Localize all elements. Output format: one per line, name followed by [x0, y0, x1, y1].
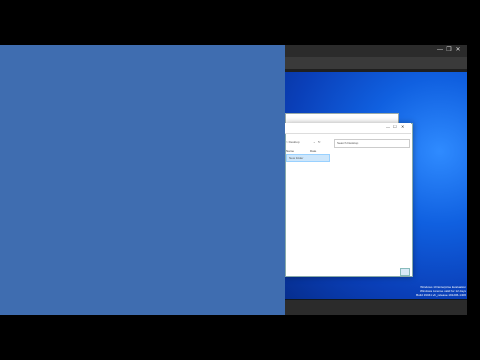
overlay-panel	[0, 45, 285, 315]
activation-watermark: Windows 10 Enterprise Evaluation Windows…	[400, 285, 466, 297]
refresh-icon[interactable]: ↻	[318, 140, 321, 144]
explorer-maximize-icon[interactable]: ☐	[393, 124, 397, 129]
letterbox-top	[0, 0, 480, 45]
minimize-button[interactable]: —	[437, 47, 443, 53]
letterbox-bottom	[0, 315, 480, 360]
list-item-label: New folder	[289, 156, 304, 160]
explorer-close-icon[interactable]: ✕	[401, 124, 404, 129]
address-text[interactable]: > Desktop	[286, 140, 300, 144]
host-toolbar	[285, 57, 467, 69]
watermark-line-3: Build 19041.vb_release.191206-1406	[416, 293, 466, 297]
explorer-minimize-icon[interactable]: —	[386, 124, 390, 129]
explorer-titlebar[interactable]: — ☐ ✕	[285, 123, 411, 134]
host-titlebar: — ❐ ✕	[285, 45, 467, 57]
view-toggle-icon[interactable]	[400, 268, 410, 276]
column-header-date[interactable]: Date	[310, 149, 316, 153]
address-dropdown-icon[interactable]: ⌄	[313, 140, 316, 144]
search-input[interactable]: Search Desktop	[334, 139, 410, 148]
list-item-selected[interactable]: New folder	[286, 154, 330, 162]
column-header-name[interactable]: Name	[286, 149, 294, 153]
close-button[interactable]: ✕	[455, 47, 461, 53]
search-placeholder: Search Desktop	[337, 141, 359, 145]
restore-button[interactable]: ❐	[446, 47, 452, 53]
